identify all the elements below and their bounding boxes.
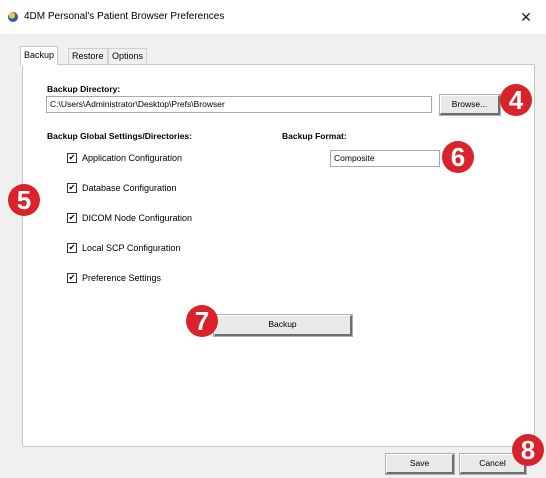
window-title: 4DM Personal's Patient Browser Preferenc… [24, 11, 225, 22]
checkbox-icon[interactable]: ✔ [67, 153, 77, 163]
checkbox-label: Application Configuration [82, 153, 183, 163]
checkbox-label: Database Configuration [82, 183, 177, 193]
app-icon [8, 12, 18, 22]
checkbox-label: DICOM Node Configuration [82, 213, 193, 223]
backup-button[interactable]: Backup [213, 314, 353, 337]
callout-badge-6: 6 [442, 141, 474, 173]
checkbox-icon[interactable]: ✔ [67, 213, 77, 223]
checkbox-label: Local SCP Configuration [82, 243, 181, 253]
tab-backup[interactable]: Backup [20, 46, 59, 65]
backup-directory-field[interactable]: C:\Users\Administrator\Desktop\Prefs\Bro… [46, 96, 432, 113]
backup-format-label: Backup Format: [282, 131, 347, 141]
callout-badge-4: 4 [500, 84, 532, 116]
tab-restore[interactable]: Restore [68, 48, 108, 64]
preferences-window: 4DM Personal's Patient Browser Preferenc… [0, 0, 546, 478]
checkbox-icon[interactable]: ✔ [67, 183, 77, 193]
title-bar: 4DM Personal's Patient Browser Preferenc… [0, 0, 546, 34]
close-icon[interactable]: ✕ [506, 0, 546, 34]
backup-global-label: Backup Global Settings/Directories: [47, 131, 193, 141]
backup-directory-label: Backup Directory: [47, 84, 121, 94]
backup-format-select[interactable]: Composite [330, 150, 440, 167]
checkbox-label: Preference Settings [82, 273, 162, 283]
tab-options[interactable]: Options [108, 48, 148, 64]
callout-badge-5: 5 [8, 184, 40, 216]
checkbox-icon[interactable]: ✔ [67, 243, 77, 253]
browse-button[interactable]: Browse... [439, 94, 501, 116]
callout-badge-7: 7 [186, 305, 218, 337]
checkbox-icon[interactable]: ✔ [67, 273, 77, 283]
backup-panel [22, 64, 535, 447]
save-button[interactable]: Save [385, 453, 455, 475]
callout-badge-8: 8 [512, 434, 544, 466]
